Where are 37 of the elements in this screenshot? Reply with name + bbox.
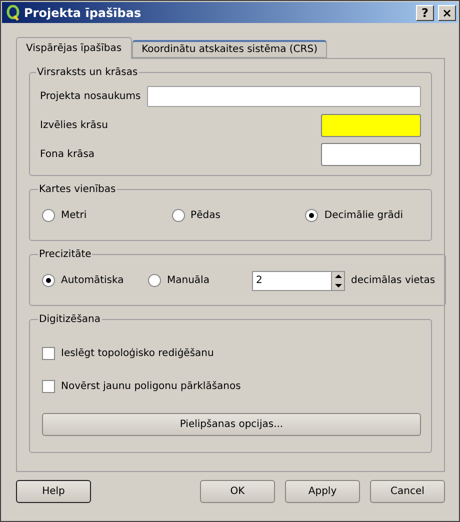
- footer-button[interactable]: OK: [200, 480, 275, 503]
- group-title: Digitizēšana: [38, 314, 102, 325]
- tab[interactable]: Vispārējas īpašības: [16, 37, 132, 59]
- radio-label: Manuāla: [167, 275, 210, 286]
- field-label: decimālas vietas: [351, 275, 436, 286]
- radio-button[interactable]: [172, 209, 185, 222]
- radio-button[interactable]: [42, 209, 55, 222]
- field-label: Projekta nosaukums: [40, 91, 141, 102]
- color-swatch[interactable]: [321, 143, 421, 166]
- field-label: Fona krāsa: [40, 149, 96, 160]
- window-title: Projekta īpašības: [24, 6, 142, 20]
- footer-button[interactable]: Cancel: [370, 480, 445, 503]
- radio-label: Decimālie grādi: [324, 210, 403, 221]
- close-button[interactable]: ×: [438, 4, 456, 20]
- snapping-options-button[interactable]: Pielipšanas opcijas...: [42, 413, 421, 436]
- radio-label: Automātiska: [61, 275, 124, 286]
- radio-label: Pēdas: [190, 210, 220, 221]
- color-swatch[interactable]: [321, 114, 421, 137]
- input-field[interactable]: [146, 86, 421, 107]
- group-title: Virsraksts un krāsas: [36, 67, 139, 78]
- group-title: Kartes vienības: [38, 184, 117, 195]
- field-label: Izvēlies krāsu: [40, 120, 109, 131]
- app-logo-icon: [6, 4, 20, 20]
- footer-button[interactable]: Apply: [285, 480, 360, 503]
- spin-field[interactable]: 2: [252, 270, 331, 290]
- radio-button[interactable]: [305, 209, 318, 222]
- checkbox-label: Ieslēgt topoloģisko rediģēšanu: [61, 348, 214, 359]
- help-button[interactable]: ?: [416, 4, 434, 20]
- checkbox[interactable]: [42, 347, 55, 360]
- tab[interactable]: Koordinātu atskaites sistēma (CRS): [132, 40, 328, 58]
- group-title: Precizitāte: [38, 249, 92, 260]
- radio-button[interactable]: [42, 274, 55, 287]
- footer-button[interactable]: Help: [16, 480, 91, 503]
- checkbox-label: Novērst jaunu poligonu pārklāšanos: [61, 381, 241, 392]
- checkbox[interactable]: [42, 380, 55, 393]
- radio-button[interactable]: [148, 274, 161, 287]
- radio-label: Metri: [61, 210, 87, 221]
